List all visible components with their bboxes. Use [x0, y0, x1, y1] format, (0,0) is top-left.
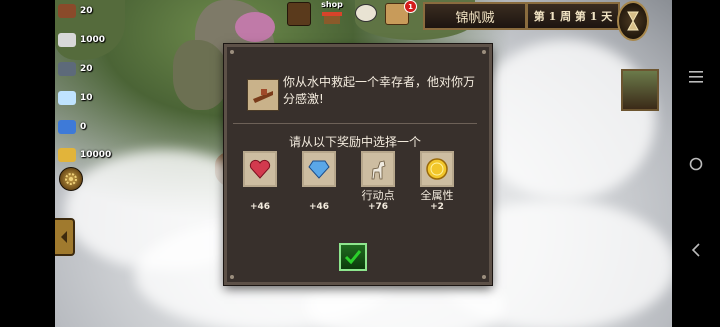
reward-option-3[interactable] [361, 151, 395, 187]
resource-silver: 1000 [58, 33, 105, 47]
rescue-reward-dialog: 你从水中救起一个幸存者，他对你万分感激! 请从以下奖励中选择一个 +46 +46… [224, 44, 492, 285]
home-button[interactable] [686, 154, 706, 174]
system-navigation-bar [672, 0, 720, 327]
arrow-left-icon [61, 231, 67, 243]
resource-value: 1000 [80, 35, 106, 45]
quest-book-button[interactable] [287, 2, 311, 26]
blue-gem-icon [308, 160, 330, 179]
day-counter: 第 1 周 第 1 天 [526, 2, 620, 30]
menu-button[interactable] [686, 67, 706, 87]
end-turn-hourglass-icon[interactable] [617, 1, 649, 41]
reward-label: 全属性 [420, 189, 454, 202]
expand-panel-tab[interactable] [55, 218, 75, 256]
shipwreck-icon [247, 79, 279, 111]
reward-value: +46 [249, 202, 271, 212]
resource-gold: 10000 [58, 148, 111, 162]
resource-wood: 20 [58, 4, 93, 18]
reward-value: +2 [430, 202, 444, 212]
gold-icon [58, 148, 76, 162]
resource-value: 10000 [80, 150, 112, 160]
reward-option-2[interactable] [302, 151, 336, 187]
resource-value: 0 [80, 122, 87, 132]
reward-prompt: 请从以下奖励中选择一个 [288, 135, 421, 149]
resource-crystal: 0 [58, 120, 86, 134]
gold-coin-icon [426, 158, 448, 180]
player-name: 锦帆贼 [423, 2, 527, 30]
settings-gear-icon[interactable] [59, 167, 83, 191]
back-button[interactable] [686, 240, 706, 260]
menu-icon [689, 70, 703, 83]
back-arrow-icon [691, 243, 700, 257]
crystal-icon [58, 120, 76, 134]
resource-diamond: 10 [58, 91, 93, 105]
resource-value: 20 [80, 64, 93, 74]
shop-label: shop [321, 0, 343, 9]
reward-label: 行动点 [361, 189, 395, 202]
diamond-icon [58, 91, 76, 105]
resource-value: 10 [80, 93, 93, 103]
reward-value: +76 [367, 202, 389, 212]
silver-icon [58, 33, 76, 47]
reward-value: +46 [308, 202, 330, 212]
reward-option-4[interactable] [420, 151, 454, 187]
left-black-margin [0, 0, 55, 327]
wood-icon [58, 4, 76, 18]
check-icon [344, 250, 362, 265]
resource-ore: 20 [58, 62, 93, 76]
white-horse-icon [371, 160, 386, 180]
notification-badge: 1 [404, 0, 417, 13]
reward-option-1[interactable] [243, 151, 277, 187]
divider [233, 123, 477, 124]
confirm-button[interactable] [339, 243, 367, 271]
shop-stall-icon [322, 12, 342, 24]
home-circle-icon [689, 157, 703, 170]
ruby-heart-icon [249, 159, 271, 179]
hero-portrait[interactable] [621, 69, 659, 111]
chat-bubble-icon[interactable] [355, 4, 377, 22]
shop-button[interactable]: shop [318, 0, 346, 26]
resource-value: 20 [80, 6, 93, 16]
ore-icon [58, 62, 76, 76]
event-message: 你从水中救起一个幸存者，他对你万分感激! [283, 75, 476, 106]
